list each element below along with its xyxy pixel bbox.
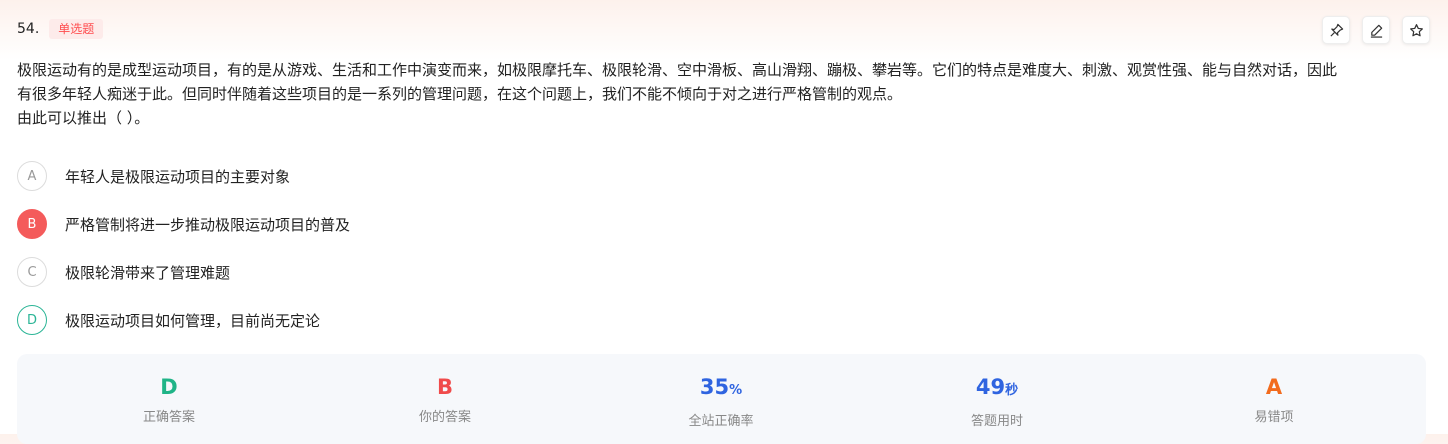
edit-icon bbox=[1370, 24, 1382, 38]
question-number: 54. bbox=[17, 21, 40, 37]
stem-line: 有很多年轻人痴迷于此。但同时伴随着这些项目的是一系列的管理问题，在这个问题上，我… bbox=[17, 85, 903, 103]
stem-line: 极限运动有的是成型运动项目，有的是从游戏、生活和工作中演变而来，如极限摩托车、极… bbox=[17, 61, 1338, 79]
options-list: A 年轻人是极限运动项目的主要对象 B 严格管制将进一步推动极限运动项目的普及 … bbox=[17, 160, 350, 352]
your-answer-value: B bbox=[436, 375, 453, 399]
stat-common-error: A 易错项 bbox=[1174, 374, 1374, 425]
common-error-label: 易错项 bbox=[1254, 410, 1294, 425]
stat-your-answer: B 你的答案 bbox=[345, 374, 545, 425]
question-type-badge: 单选题 bbox=[49, 19, 104, 39]
option-c[interactable]: C 极限轮滑带来了管理难题 bbox=[17, 256, 350, 288]
question-header: 54. 单选题 bbox=[17, 18, 104, 40]
answer-stats-panel: D 正确答案 B 你的答案 35% 全站正确率 49秒 答题用时 A 易错项 bbox=[17, 354, 1426, 444]
option-d[interactable]: D 极限运动项目如何管理，目前尚无定论 bbox=[17, 304, 350, 336]
time-used-label: 答题用时 bbox=[970, 414, 1023, 429]
option-letter: B bbox=[17, 209, 47, 239]
edit-button[interactable] bbox=[1362, 16, 1390, 44]
stat-correct-answer: D 正确答案 bbox=[69, 374, 269, 425]
option-letter: C bbox=[17, 257, 47, 287]
favorite-button[interactable] bbox=[1402, 16, 1430, 44]
common-error-value: A bbox=[1265, 375, 1283, 399]
time-used-value: 49秒 bbox=[975, 375, 1019, 399]
your-answer-label: 你的答案 bbox=[418, 410, 471, 425]
option-b[interactable]: B 严格管制将进一步推动极限运动项目的普及 bbox=[17, 208, 350, 240]
stat-accuracy: 35% 全站正确率 bbox=[621, 374, 821, 429]
option-text: 年轻人是极限运动项目的主要对象 bbox=[65, 167, 291, 186]
accuracy-value: 35% bbox=[699, 375, 743, 399]
option-text: 极限运动项目如何管理，目前尚无定论 bbox=[65, 311, 321, 330]
option-letter: D bbox=[17, 305, 47, 335]
question-stem: 极限运动有的是成型运动项目，有的是从游戏、生活和工作中演变而来，如极限摩托车、极… bbox=[17, 58, 1437, 130]
option-text: 极限轮滑带来了管理难题 bbox=[65, 263, 231, 282]
correct-answer-value: D bbox=[160, 375, 178, 399]
option-letter: A bbox=[17, 161, 47, 191]
correct-answer-label: 正确答案 bbox=[142, 410, 195, 425]
question-toolbar bbox=[1322, 16, 1430, 44]
option-a[interactable]: A 年轻人是极限运动项目的主要对象 bbox=[17, 160, 350, 192]
pin-button[interactable] bbox=[1322, 16, 1350, 44]
stat-time-used: 49秒 答题用时 bbox=[897, 374, 1097, 429]
pin-icon bbox=[1329, 23, 1343, 37]
accuracy-label: 全站正确率 bbox=[688, 414, 754, 429]
stem-prompt: 由此可以推出（ ）。 bbox=[17, 109, 150, 127]
option-text: 严格管制将进一步推动极限运动项目的普及 bbox=[65, 215, 351, 234]
star-icon bbox=[1409, 23, 1423, 36]
